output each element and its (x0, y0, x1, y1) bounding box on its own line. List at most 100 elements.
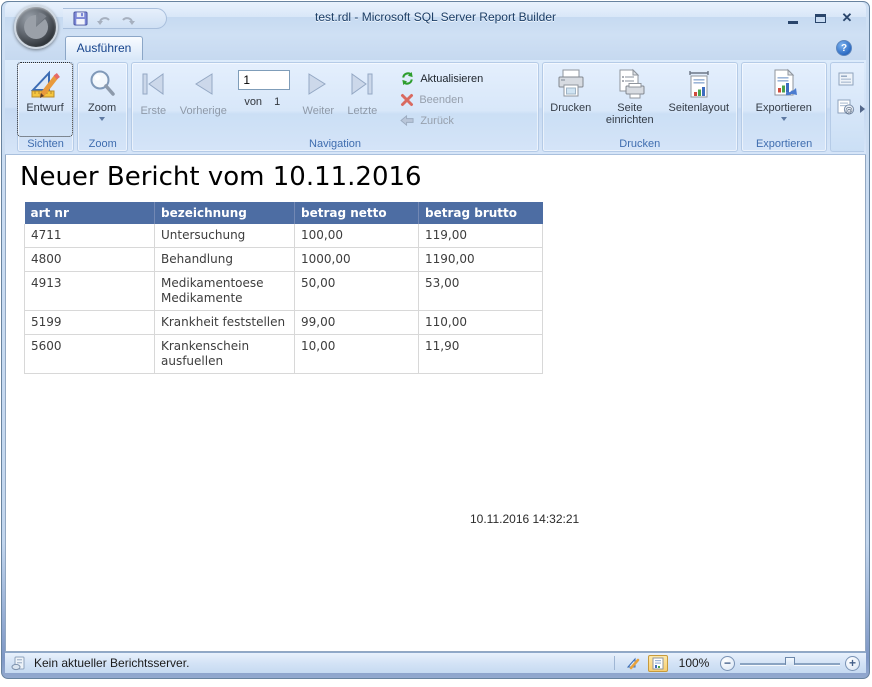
ribbon-group-drucken: Drucken Seite einrichten (542, 62, 738, 152)
ribbon-overflow-panel: @ (830, 62, 864, 152)
zoom-button[interactable]: Zoom (78, 63, 126, 136)
ribbon-group-navigation: Erste Vorherige von1 Weiter (131, 62, 538, 152)
next-page-button[interactable]: Weiter (296, 63, 340, 136)
magnifier-icon (86, 68, 118, 100)
table-cell: 4800 (25, 248, 155, 272)
page-setup-icon (614, 68, 646, 100)
window-title: test.rdl - Microsoft SQL Server Report B… (5, 10, 866, 24)
report-title: Neuer Bericht vom 10.11.2016 (20, 162, 865, 192)
page-layout-icon (683, 68, 715, 100)
previous-page-button[interactable]: Vorherige (174, 63, 232, 136)
table-row: 5600Krankenschein ausfuellen10,0011,90 (25, 335, 543, 374)
status-bar: Kein aktueller Berichtsserver. 100% (5, 652, 866, 673)
stop-button[interactable]: Beenden (400, 93, 483, 107)
first-page-label: Erste (140, 105, 166, 117)
stop-icon (400, 93, 414, 107)
last-page-button[interactable]: Letzte (340, 63, 384, 136)
table-row: 4800Behandlung1000,001190,00 (25, 248, 543, 272)
run-view-button[interactable] (648, 655, 668, 672)
table-header-cell: betrag brutto (419, 202, 543, 224)
entwurf-button[interactable]: Entwurf (18, 63, 72, 136)
page-number-input[interactable] (238, 70, 290, 90)
list-view-icon (838, 72, 854, 86)
next-page-label: Weiter (303, 105, 335, 117)
page-count-row: von1 (238, 96, 280, 108)
back-label: Zurück (420, 115, 454, 127)
table-cell: 5600 (25, 335, 155, 374)
zoom-out-button[interactable]: − (720, 656, 735, 671)
run-view-icon-small (652, 657, 665, 670)
refresh-icon (400, 71, 415, 86)
print-label: Drucken (550, 102, 591, 114)
zoom-dropdown-arrow-icon (99, 117, 105, 121)
close-button[interactable]: ✕ (840, 11, 854, 25)
table-cell: 1190,00 (419, 248, 543, 272)
printer-icon (555, 68, 587, 100)
report-canvas: Neuer Bericht vom 10.11.2016 art nr beze… (5, 155, 866, 652)
design-view-icon-small (626, 657, 640, 670)
statusbar-separator (614, 656, 615, 670)
of-label: von (244, 96, 262, 108)
help-icon[interactable]: ? (836, 40, 852, 56)
table-cell: 5199 (25, 311, 155, 335)
report-timestamp: 10.11.2016 14:32:21 (470, 512, 579, 526)
back-button[interactable]: Zurück (400, 114, 483, 127)
table-row: 4913Medikamentoese Medikamente50,0053,00 (25, 272, 543, 311)
zoom-level: 100% (677, 656, 711, 670)
group-label-navigation: Navigation (132, 138, 537, 150)
export-icon (768, 68, 800, 100)
table-cell: 4913 (25, 272, 155, 311)
page-layout-button[interactable]: Seitenlayout (661, 63, 737, 136)
export-button[interactable]: Exportieren (742, 63, 826, 136)
tab-ausfuehren[interactable]: Ausführen (65, 36, 143, 60)
office-menu-button[interactable] (14, 5, 58, 49)
minimize-button[interactable] (786, 11, 800, 25)
table-cell: Behandlung (155, 248, 295, 272)
refresh-button[interactable]: Aktualisieren (400, 71, 483, 86)
email-report-button[interactable]: @ (835, 97, 857, 117)
previous-page-icon (189, 72, 217, 96)
first-page-button[interactable]: Erste (132, 63, 174, 136)
table-cell: 100,00 (295, 224, 419, 248)
navigation-mini-buttons: Aktualisieren Beenden Zurück (384, 63, 489, 136)
table-row: 4711Untersuchung100,00119,00 (25, 224, 543, 248)
entwurf-label: Entwurf (26, 102, 63, 114)
zoom-in-button[interactable]: + (845, 656, 860, 671)
ribbon-group-exportieren: Exportieren Exportieren (741, 62, 828, 152)
ribbon: Entwurf Sichten Zoom Zoom (5, 60, 866, 155)
table-row: 5199Krankheit feststellen99,00110,00 (25, 311, 543, 335)
zoom-label: Zoom (88, 102, 116, 114)
next-page-icon (304, 72, 332, 96)
window-controls: ✕ (786, 11, 854, 25)
design-view-icon (29, 68, 61, 100)
ribbon-group-zoom: Zoom Zoom (77, 62, 128, 152)
maximize-button[interactable] (813, 11, 827, 25)
report-builder-pie-icon (16, 7, 56, 47)
table-cell: 4711 (25, 224, 155, 248)
table-cell: Krankenschein ausfuellen (155, 335, 295, 374)
report-properties-button[interactable] (835, 69, 857, 89)
print-button[interactable]: Drucken (543, 63, 599, 136)
table-header-cell: betrag netto (295, 202, 419, 224)
table-cell: 11,90 (419, 335, 543, 374)
page-layout-label: Seitenlayout (669, 102, 730, 114)
svg-text:@: @ (846, 105, 854, 114)
table-cell: Medikamentoese Medikamente (155, 272, 295, 311)
statusbar-right-controls: 100% − + (614, 655, 860, 672)
zoom-slider-thumb[interactable] (785, 657, 795, 670)
table-cell: 53,00 (419, 272, 543, 311)
page-setup-button[interactable]: Seite einrichten (599, 63, 661, 136)
previous-page-label: Vorherige (180, 105, 227, 117)
group-label-exportieren: Exportieren (742, 138, 827, 150)
stop-label: Beenden (419, 94, 463, 106)
table-header-cell: art nr (25, 202, 155, 224)
app-window: test.rdl - Microsoft SQL Server Report B… (1, 1, 870, 679)
ribbon-scroll-chevron-icon[interactable] (860, 105, 865, 113)
zoom-slider[interactable] (740, 656, 840, 671)
export-dropdown-arrow-icon (781, 117, 787, 121)
table-cell: Krankheit feststellen (155, 311, 295, 335)
maximize-icon (815, 14, 826, 23)
table-cell: 1000,00 (295, 248, 419, 272)
group-label-zoom: Zoom (78, 138, 127, 150)
design-view-button[interactable] (623, 655, 643, 672)
